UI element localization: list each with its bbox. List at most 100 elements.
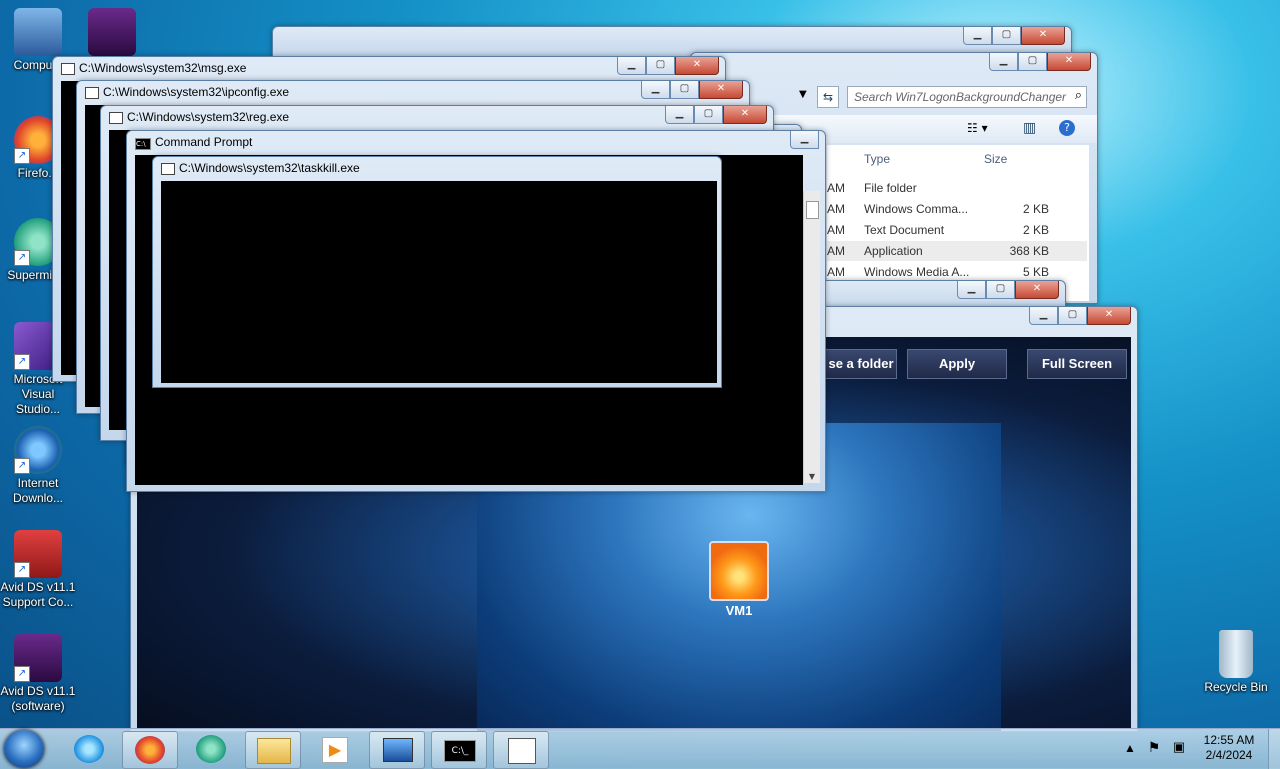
- folder-icon: [257, 738, 291, 764]
- window-controls: ▁ ▢ ✕: [641, 81, 743, 99]
- taskbar-command-prompt[interactable]: C:\_: [431, 731, 487, 769]
- close-button[interactable]: ✕: [1021, 27, 1065, 45]
- internet-explorer-icon: [74, 735, 104, 763]
- shortcut-arrow-icon: ↗: [14, 666, 30, 682]
- desktop-icon-label: Avid DS v11.1 Support Co...: [0, 580, 76, 609]
- minimize-button[interactable]: ▁: [989, 53, 1018, 71]
- full-screen-button[interactable]: Full Screen: [1027, 349, 1127, 379]
- maximize-button[interactable]: ▢: [670, 81, 699, 99]
- window-title: C:\Windows\system32\ipconfig.exe: [103, 85, 290, 99]
- list-item[interactable]: AM File folder: [827, 178, 1087, 198]
- taskbar-console-window[interactable]: [493, 731, 549, 769]
- close-button[interactable]: ✕: [699, 81, 743, 99]
- taskbar-logon-changer[interactable]: [369, 731, 425, 769]
- maximize-button[interactable]: ▢: [646, 57, 675, 75]
- window-controls: ▁ ▢ ✕: [989, 53, 1091, 71]
- list-item-selected[interactable]: AM Application 368 KB: [827, 241, 1087, 261]
- console-icon: [161, 163, 175, 175]
- desktop-icon-label: Avid DS v11.1 (software): [0, 684, 76, 713]
- close-button[interactable]: ✕: [1047, 53, 1091, 71]
- console-window-icon: [508, 738, 536, 764]
- preview-pane-icon[interactable]: ▥: [1023, 120, 1036, 136]
- desktop-icon-avid-software[interactable]: ↗ Avid DS v11.1 (software): [0, 634, 76, 714]
- minimize-button[interactable]: ▁: [957, 281, 986, 299]
- window-controls: ▁ ▢ ✕: [1029, 307, 1131, 325]
- minimize-button[interactable]: ▁: [790, 131, 819, 149]
- desktop-icon-label: Recycle Bin: [1204, 680, 1268, 694]
- list-item[interactable]: AM Windows Comma... 2 KB: [827, 199, 1087, 219]
- minimize-button[interactable]: ▁: [1029, 307, 1058, 325]
- internet-download-manager-icon: ↗: [14, 426, 62, 474]
- show-desktop-button[interactable]: [1268, 729, 1280, 769]
- taskbar-firefox[interactable]: [122, 731, 178, 769]
- console-icon: [109, 112, 123, 124]
- maximize-button[interactable]: ▢: [1018, 53, 1047, 71]
- apply-button[interactable]: Apply: [907, 349, 1007, 379]
- minimize-button[interactable]: ▁: [617, 57, 646, 75]
- file-list: Type Size AM File folder AM Windows Comm…: [827, 145, 1089, 301]
- minimize-button[interactable]: ▁: [963, 27, 992, 45]
- window-controls: ▁ ▢ ✕: [957, 281, 1059, 299]
- window-title: C:\Windows\system32\taskkill.exe: [179, 161, 360, 175]
- desktop-icon-recycle-bin[interactable]: Recycle Bin: [1198, 630, 1274, 695]
- minimize-button[interactable]: ▁: [665, 106, 694, 124]
- desktop-icon-label: Internet Downlo...: [12, 476, 64, 505]
- desktop-icon-avid-top[interactable]: [74, 8, 150, 58]
- view-options-icon[interactable]: ☷ ▾: [967, 121, 988, 135]
- window-controls: ▁ ▢ ✕: [617, 57, 719, 75]
- window-title: C:\Windows\system32\msg.exe: [79, 61, 247, 75]
- help-icon[interactable]: ?: [1059, 120, 1075, 136]
- window-title: C:\Windows\system32\reg.exe: [127, 110, 290, 124]
- minimize-button[interactable]: ▁: [641, 81, 670, 99]
- avid-icon: [88, 8, 136, 56]
- close-button[interactable]: ✕: [1015, 281, 1059, 299]
- refresh-button[interactable]: ⇆: [817, 86, 839, 108]
- toolbox-icon: ↗: [14, 530, 62, 578]
- vertical-scrollbar[interactable]: ▼: [803, 191, 820, 483]
- monitor-icon: [383, 738, 413, 762]
- column-header-size[interactable]: Size: [984, 152, 1007, 166]
- show-hidden-icons-icon[interactable]: ▲: [1124, 741, 1136, 755]
- maximize-button[interactable]: ▢: [986, 281, 1015, 299]
- scroll-down-arrow-icon[interactable]: ▼: [804, 472, 820, 481]
- maximize-button[interactable]: ▢: [694, 106, 723, 124]
- search-input[interactable]: Search Win7LogonBackgroundChanger ⌕: [847, 86, 1087, 108]
- clock-date: 2/4/2024: [1205, 748, 1253, 762]
- column-header-type[interactable]: Type: [864, 152, 890, 166]
- scrollbar-thumb[interactable]: [806, 201, 819, 219]
- close-button[interactable]: ✕: [723, 106, 767, 124]
- shortcut-arrow-icon: ↗: [14, 148, 30, 164]
- recycle-bin-icon: [1219, 630, 1253, 678]
- shortcut-arrow-icon: ↗: [14, 562, 30, 578]
- desktop-icon-idm[interactable]: ↗ Internet Downlo...: [0, 426, 76, 506]
- list-item[interactable]: AM Text Document 2 KB: [827, 220, 1087, 240]
- console-icon: [85, 87, 99, 99]
- cmd-icon: C:\_: [444, 740, 476, 762]
- taskkill-window[interactable]: C:\Windows\system32\taskkill.exe: [152, 156, 722, 388]
- close-button[interactable]: ✕: [675, 57, 719, 75]
- taskbar-media-player[interactable]: ▶: [307, 731, 361, 767]
- address-dropdown-icon[interactable]: ▼: [799, 89, 807, 100]
- close-button[interactable]: ✕: [1087, 307, 1131, 325]
- clock-time: 12:55 AM: [1203, 733, 1255, 747]
- desktop-icon-avid-support[interactable]: ↗ Avid DS v11.1 Support Co...: [0, 530, 76, 610]
- window-title: Command Prompt: [155, 135, 253, 149]
- choose-folder-button[interactable]: se a folder: [825, 349, 897, 379]
- action-center-flag-icon[interactable]: ⚑: [1146, 739, 1162, 756]
- window-controls: ▁ ▢ ✕: [665, 106, 767, 124]
- console-icon: [61, 63, 75, 75]
- taskbar-internet-explorer[interactable]: [62, 731, 116, 767]
- window-controls: ▁: [790, 131, 819, 149]
- console-area[interactable]: [161, 181, 717, 383]
- window-controls: ▁ ▢ ✕: [963, 27, 1065, 45]
- taskbar-supermium[interactable]: [184, 731, 238, 767]
- maximize-button[interactable]: ▢: [1058, 307, 1087, 325]
- network-icon[interactable]: ▣: [1170, 739, 1188, 755]
- taskbar-explorer[interactable]: [245, 731, 301, 769]
- list-item[interactable]: AM Windows Media A... 5 KB: [827, 262, 1087, 282]
- cmd-icon: C:\: [135, 138, 151, 150]
- clock[interactable]: 12:55 AM 2/4/2024: [1196, 733, 1262, 762]
- shortcut-arrow-icon: ↗: [14, 458, 30, 474]
- start-button[interactable]: [4, 730, 44, 768]
- maximize-button[interactable]: ▢: [992, 27, 1021, 45]
